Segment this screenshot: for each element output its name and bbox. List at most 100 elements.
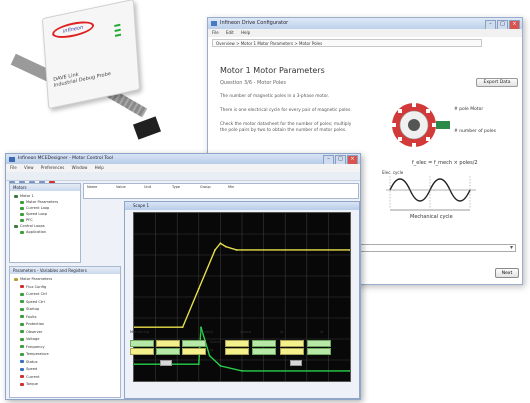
group-label: Speed — [240, 330, 252, 334]
infineon-logo: infineon — [51, 18, 95, 42]
tree-item[interactable]: PFC — [20, 218, 33, 223]
grid-header[interactable]: Min — [228, 185, 234, 190]
pairs-label: # number of poles — [454, 128, 497, 134]
status-leds — [114, 21, 122, 40]
pane-header: Motors — [10, 184, 80, 191]
value-field[interactable] — [225, 340, 249, 347]
parameters-tree-pane: Parameters - Variables and Registers Mot… — [9, 266, 121, 398]
tree-item[interactable]: Status — [20, 360, 37, 365]
tree-item[interactable]: Flux Config — [20, 285, 46, 290]
cable-connector — [132, 116, 162, 140]
grid-header[interactable]: Group — [200, 185, 211, 190]
page-title: Motor 1 Motor Parameters — [220, 66, 325, 75]
menu-file[interactable]: File — [212, 30, 219, 35]
menu-help[interactable]: Help — [95, 165, 104, 170]
app-icon — [211, 21, 217, 26]
menu-preferences[interactable]: Preferences — [41, 165, 65, 170]
menu-view[interactable]: View — [24, 165, 34, 170]
value-field[interactable] — [280, 348, 304, 355]
next-button[interactable]: Next — [495, 268, 519, 278]
formula-label: f_elec = f_mech × poles/2 — [412, 160, 478, 166]
tree-item[interactable]: Speed Ctrl — [20, 300, 45, 305]
breadcrumb[interactable]: Overview > Motor 1 Motor Parameters > Mo… — [212, 39, 482, 47]
tree-item[interactable]: Control Loops — [14, 224, 45, 229]
series-point-1 — [235, 249, 238, 251]
description-paragraph-2: There is one electrical cycle for every … — [220, 108, 352, 113]
motors-tree-pane: Motors Motor 1 Motor Parameters Current … — [9, 183, 81, 263]
tree-item[interactable]: Voltage — [20, 337, 39, 342]
group-label: Id — [320, 330, 324, 334]
apply-button[interactable] — [160, 360, 172, 366]
group-label: Control — [200, 330, 213, 334]
rotor-illustration — [392, 103, 450, 147]
debug-probe-image: infineon DAVE Link Industrial Debug Prob… — [10, 0, 162, 158]
description-paragraph-3: Check the motor datasheet for the number… — [220, 122, 352, 133]
menu-bar: File View Preferences Window Help — [6, 164, 360, 172]
value-field[interactable] — [156, 340, 180, 347]
export-button[interactable]: Export Data — [476, 78, 518, 87]
tree-item[interactable]: Faults — [20, 315, 37, 320]
value-field[interactable] — [307, 340, 331, 347]
group-label: Monitoring — [130, 330, 150, 334]
tree-item[interactable]: Current — [20, 375, 40, 380]
series-point-1 — [214, 249, 216, 251]
series-point-1 — [219, 242, 222, 245]
scope-title-bar: Scope 1 — [125, 202, 359, 210]
tree-item[interactable]: Observer — [20, 330, 43, 335]
title-bar: Infineon Drive Configurator – □ × — [208, 18, 522, 30]
value-field[interactable] — [156, 348, 180, 355]
grid-header[interactable]: Name — [87, 185, 97, 190]
tree-item[interactable]: Current Loop — [20, 206, 49, 211]
pane-header: Parameters - Variables and Registers — [10, 267, 120, 274]
probe-label: DAVE Link Industrial Debug Probe — [53, 64, 114, 89]
tree-item[interactable]: Protection — [20, 322, 44, 327]
grid-header[interactable]: Type — [172, 185, 180, 190]
tree-item[interactable]: Speed — [20, 367, 37, 372]
value-field[interactable] — [225, 348, 249, 355]
value-field[interactable] — [307, 348, 331, 355]
grid-header[interactable]: Unit — [144, 185, 151, 190]
group-label: Iq — [280, 330, 284, 334]
value-field[interactable] — [130, 340, 154, 347]
tree-item[interactable]: Current Ctrl — [20, 292, 47, 297]
tree-item[interactable]: Frequency — [20, 345, 45, 350]
apply-button[interactable] — [290, 360, 302, 366]
tree-item[interactable]: Startup — [20, 307, 39, 312]
value-field[interactable] — [252, 348, 276, 355]
motor-poles-diagram: # pole Motor # number of poles f_elec = … — [382, 103, 497, 220]
tree-item[interactable]: Motor Parameters — [20, 200, 58, 205]
series-point-1 — [224, 245, 227, 248]
page-subtitle: Question 3/6 - Motor Poles — [220, 80, 286, 86]
tree-item[interactable]: Application — [20, 230, 46, 235]
tree-item[interactable]: Motor 1 — [14, 194, 34, 199]
menu-edit[interactable]: Edit — [226, 30, 234, 35]
series-point-1 — [181, 326, 184, 329]
series-point-1 — [134, 326, 135, 329]
control-panel: Monitoring Control Speed Iq Id Speed Iq — [130, 330, 355, 395]
tree-item[interactable]: Torque — [20, 382, 38, 387]
value-field[interactable] — [130, 348, 154, 355]
menu-bar: File Edit Help — [208, 29, 522, 37]
tree-item[interactable]: Speed Loop — [20, 212, 47, 217]
tree-item[interactable]: Motor Parameters — [14, 277, 52, 282]
tree-item[interactable]: Temperature — [20, 352, 49, 357]
field-label: Speed — [210, 340, 222, 344]
grid-header[interactable]: Value — [116, 185, 126, 190]
menu-file[interactable]: File — [10, 165, 17, 170]
value-field[interactable] — [182, 348, 206, 355]
menu-help[interactable]: Help — [241, 30, 250, 35]
series-point-1 — [197, 287, 200, 290]
value-field[interactable] — [182, 340, 206, 347]
value-field[interactable] — [280, 340, 304, 347]
menu-window[interactable]: Window — [72, 165, 88, 170]
window-title: Infineon MCEDesigner - Motor Control Too… — [18, 156, 114, 161]
description-paragraph-1: The number of magnetic poles in a 3-phas… — [220, 94, 330, 99]
app-icon — [9, 157, 15, 162]
field-label: Iq — [210, 348, 214, 352]
mech-cycle-label: Mechanical cycle — [410, 214, 453, 220]
poles-label: # pole Motor — [454, 106, 483, 112]
series-point-1 — [349, 249, 350, 251]
elec-cycle-label: Elec. cycle — [382, 170, 404, 175]
value-field[interactable] — [252, 340, 276, 347]
probe-housing: infineon DAVE Link Industrial Debug Prob… — [41, 0, 141, 110]
